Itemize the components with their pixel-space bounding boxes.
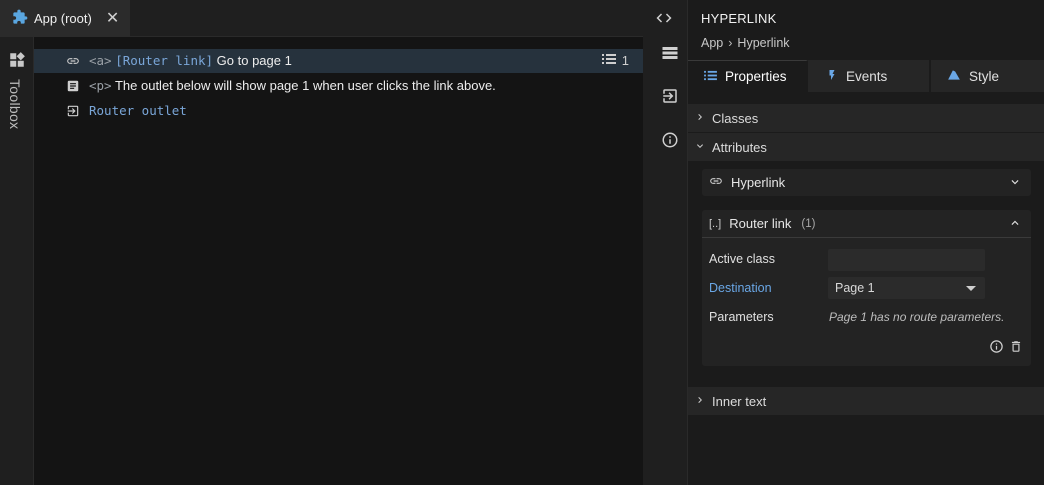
document-tab-bar: App (root) ✕ bbox=[0, 0, 643, 37]
tree-row-content: <p> The outlet below will show page 1 wh… bbox=[89, 78, 496, 93]
tab-label: Properties bbox=[725, 69, 787, 84]
hyperlink-attribute-card[interactable]: Hyperlink bbox=[702, 169, 1031, 196]
element-text: The outlet below will show page 1 when u… bbox=[114, 78, 496, 93]
panel-tabs: Properties Events Style bbox=[688, 60, 1044, 92]
info-icon[interactable] bbox=[661, 131, 679, 149]
chevron-right-icon bbox=[694, 111, 706, 126]
toolbox-strip[interactable]: Toolbox bbox=[0, 37, 34, 485]
bolt-icon bbox=[826, 68, 838, 85]
breadcrumb: App › Hyperlink bbox=[701, 36, 790, 50]
element-text: Go to page 1 bbox=[216, 53, 292, 68]
puzzle-icon bbox=[12, 9, 28, 28]
link-icon bbox=[709, 174, 723, 191]
card-header[interactable]: [..] Router link (1) bbox=[702, 210, 1031, 237]
breadcrumb-separator: › bbox=[728, 36, 733, 50]
tab-app-root[interactable]: App (root) ✕ bbox=[0, 0, 130, 37]
section-attributes[interactable]: Attributes bbox=[688, 133, 1044, 161]
list-icon bbox=[704, 69, 717, 84]
tab-properties[interactable]: Properties bbox=[688, 60, 808, 92]
code-icon[interactable] bbox=[653, 9, 675, 27]
section-inner-text[interactable]: Inner text bbox=[688, 387, 1044, 415]
chevron-up-icon[interactable] bbox=[1008, 216, 1022, 230]
card-header[interactable]: Hyperlink bbox=[702, 169, 1031, 196]
destination-label[interactable]: Destination bbox=[709, 281, 772, 295]
chevron-right-icon bbox=[694, 394, 706, 409]
section-label: Classes bbox=[712, 110, 759, 126]
active-class-input[interactable] bbox=[828, 249, 985, 271]
tree-row-content: Router outlet bbox=[89, 103, 187, 118]
element-tag: <a> bbox=[89, 53, 112, 68]
section-label: Inner text bbox=[712, 393, 767, 409]
parameters-note: Page 1 has no route parameters. bbox=[829, 310, 1005, 324]
card-body: Active class Destination Page 1 Paramete… bbox=[702, 237, 1031, 365]
properties-panel: HYPERLINK App › Hyperlink Properties Eve… bbox=[688, 0, 1044, 485]
tree-row-router-outlet[interactable]: Router outlet bbox=[34, 99, 643, 123]
link-icon bbox=[66, 54, 80, 68]
right-icon-rail bbox=[653, 0, 688, 485]
trash-icon[interactable] bbox=[1009, 339, 1023, 357]
splitter[interactable] bbox=[643, 0, 653, 485]
tree-row-paragraph[interactable]: <p> The outlet below will show page 1 wh… bbox=[34, 74, 643, 98]
tab-events[interactable]: Events bbox=[808, 60, 931, 92]
login-icon[interactable] bbox=[661, 87, 679, 105]
section-classes[interactable]: Classes bbox=[688, 104, 1044, 132]
section-label: Attributes bbox=[712, 139, 767, 155]
tab-label: Events bbox=[846, 68, 888, 84]
tree-row-content: <a> [Router link] Go to page 1 bbox=[89, 53, 292, 68]
paragraph-icon bbox=[66, 79, 80, 93]
outlet-icon bbox=[66, 104, 80, 118]
tab-title: App (root) bbox=[34, 11, 92, 26]
chevron-down-icon[interactable] bbox=[1008, 175, 1022, 189]
destination-value: Page 1 bbox=[835, 281, 875, 295]
chevron-down-icon bbox=[694, 140, 706, 155]
element-tag: <p> bbox=[89, 78, 112, 93]
list-icon bbox=[601, 53, 616, 68]
card-title: Router link bbox=[729, 216, 792, 231]
element-attr: Router outlet bbox=[89, 103, 187, 118]
router-link-attribute-card: [..] Router link (1) Active class Destin… bbox=[702, 210, 1031, 366]
storage-icon[interactable] bbox=[661, 44, 679, 62]
destination-select[interactable]: Page 1 bbox=[828, 277, 985, 299]
child-count-value: 1 bbox=[621, 53, 629, 68]
tree-row-hyperlink[interactable]: <a> [Router link] Go to page 1 1 bbox=[34, 49, 643, 73]
tab-style[interactable]: Style bbox=[931, 60, 1044, 92]
card-actions bbox=[989, 339, 1023, 357]
parameters-label: Parameters bbox=[709, 310, 774, 324]
element-tree: <a> [Router link] Go to page 1 1 <p> The… bbox=[34, 37, 643, 485]
paint-icon bbox=[947, 68, 961, 85]
card-badge: (1) bbox=[801, 217, 816, 230]
info-icon[interactable] bbox=[989, 339, 1004, 357]
element-attr: [Router link] bbox=[115, 53, 214, 68]
tab-label: Style bbox=[969, 68, 1000, 84]
widgets-icon bbox=[8, 51, 26, 69]
card-title: Hyperlink bbox=[731, 175, 786, 190]
breadcrumb-current[interactable]: Hyperlink bbox=[737, 36, 789, 50]
active-class-label: Active class bbox=[709, 252, 775, 266]
toolbox-label: Toolbox bbox=[7, 79, 23, 130]
brackets-icon: [..] bbox=[709, 217, 722, 230]
panel-title: HYPERLINK bbox=[701, 11, 777, 26]
breadcrumb-app[interactable]: App bbox=[701, 36, 723, 50]
caret-down-icon bbox=[966, 286, 976, 291]
child-count: 1 bbox=[601, 53, 629, 68]
close-icon[interactable]: ✕ bbox=[106, 10, 119, 27]
